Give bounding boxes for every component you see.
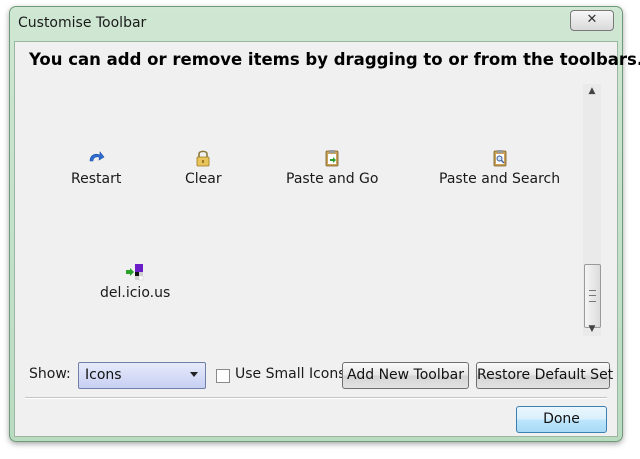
grip-icon (589, 290, 596, 302)
restore-default-set-button[interactable]: Restore Default Set (476, 362, 613, 389)
show-label: Show: (29, 366, 71, 382)
restart-icon (89, 151, 105, 162)
show-dropdown[interactable]: Icons (78, 362, 206, 389)
paste-go-icon (325, 150, 339, 167)
window-title: Customise Toolbar (18, 15, 147, 31)
palette-item-label: Clear (185, 171, 222, 187)
small-icons-checkbox[interactable] (216, 369, 230, 383)
small-icons-label[interactable]: Use Small Icons (235, 366, 346, 382)
add-new-toolbar-button[interactable]: Add New Toolbar (342, 362, 469, 389)
scroll-down-icon[interactable]: ▼ (586, 324, 598, 334)
scroll-up-icon[interactable]: ▲ (586, 86, 598, 96)
show-dropdown-value: Icons (85, 367, 122, 383)
palette-item-restart[interactable]: Restart (71, 148, 121, 187)
padlock-icon (196, 150, 210, 167)
palette-item-label: del.icio.us (100, 285, 171, 301)
palette-item-paste-and-go[interactable]: Paste and Go (286, 148, 378, 187)
customise-toolbar-window: Customise Toolbar ✕ You can add or remov… (9, 6, 640, 442)
close-button[interactable]: ✕ (570, 10, 614, 31)
close-icon: ✕ (586, 12, 598, 27)
delicious-icon (126, 264, 144, 281)
paste-search-icon (493, 150, 506, 167)
palette-item-label: Restart (71, 171, 122, 187)
title-bar[interactable]: Customise Toolbar ✕ (10, 7, 622, 41)
scroll-thumb[interactable] (584, 264, 601, 328)
toolbar-item-palette: Restart Clear Paste and Go Paste and Sea… (21, 84, 593, 334)
instruction-heading: You can add or remove items by dragging … (29, 50, 640, 69)
divider (25, 397, 607, 399)
palette-scrollbar[interactable]: ▲ ▼ (583, 84, 601, 336)
chevron-down-icon (190, 372, 198, 377)
done-button[interactable]: Done (516, 406, 607, 433)
palette-item-clear[interactable]: Clear (185, 148, 222, 187)
palette-item-paste-and-search[interactable]: Paste and Search (439, 148, 560, 187)
palette-item-delicious[interactable]: del.icio.us (100, 262, 170, 301)
palette-item-label: Paste and Go (286, 171, 379, 187)
palette-item-label: Paste and Search (439, 171, 561, 187)
dialog-content: You can add or remove items by dragging … (14, 41, 640, 437)
